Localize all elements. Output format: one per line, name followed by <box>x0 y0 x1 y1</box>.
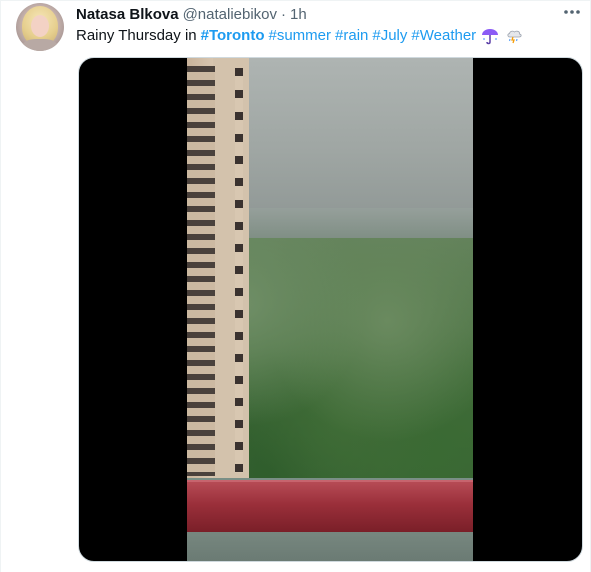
hashtag-weather[interactable]: #Weather <box>411 26 476 46</box>
display-name[interactable]: Natasa Blkova <box>76 6 179 23</box>
tweet-card[interactable]: Natasa Blkova @nataliebikov · 1h Rainy T… <box>0 0 591 572</box>
tweet-header: Natasa Blkova @nataliebikov · 1h <box>76 4 307 24</box>
more-horizontal-icon[interactable] <box>560 2 584 22</box>
tweet-media[interactable] <box>78 57 583 562</box>
apartment-building <box>187 58 249 478</box>
more-dots-icon <box>564 10 580 14</box>
avatar-body <box>22 39 58 51</box>
tweet-left-border <box>0 0 1 572</box>
tweet-text-prefix: Rainy Thursday in <box>76 27 197 44</box>
cloud-with-rain-icon <box>504 26 524 46</box>
building-balconies <box>187 66 215 476</box>
hashtag-toronto[interactable]: #Toronto <box>201 26 265 46</box>
video-frame[interactable] <box>187 58 473 561</box>
balcony-railing <box>187 478 473 561</box>
user-handle[interactable]: @nataliebikov <box>183 6 277 23</box>
railing-bar <box>187 480 473 532</box>
avatar[interactable] <box>16 3 64 51</box>
hashtag-july[interactable]: #July <box>372 26 407 46</box>
railing-base <box>187 532 473 561</box>
umbrella-with-rain-icon <box>480 26 500 46</box>
building-side <box>213 58 249 478</box>
avatar-face <box>31 15 49 37</box>
building-windows <box>235 68 243 473</box>
tweet-top-divider <box>0 0 591 1</box>
tweet-timestamp[interactable]: 1h <box>290 6 307 23</box>
header-separator: · <box>281 5 287 23</box>
hashtag-summer[interactable]: #summer <box>269 26 332 46</box>
tweet-text: Rainy Thursday in #Toronto #summer #rain… <box>76 26 524 46</box>
hashtag-rain[interactable]: #rain <box>335 26 368 46</box>
